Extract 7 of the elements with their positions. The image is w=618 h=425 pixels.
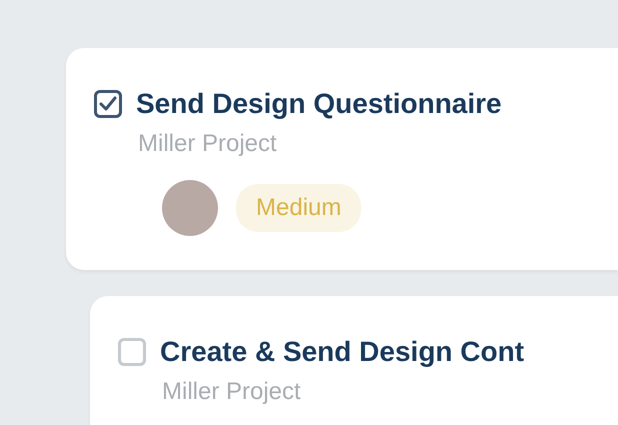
task-title: Create & Send Design Cont: [160, 336, 524, 368]
priority-badge: Medium: [236, 184, 362, 232]
check-icon: [99, 96, 117, 112]
project-name: Miller Project: [138, 130, 278, 158]
checkbox[interactable]: [94, 90, 122, 118]
task-title: Send Design Questionnaire: [136, 88, 502, 120]
project-name: Miller Project: [162, 378, 302, 406]
